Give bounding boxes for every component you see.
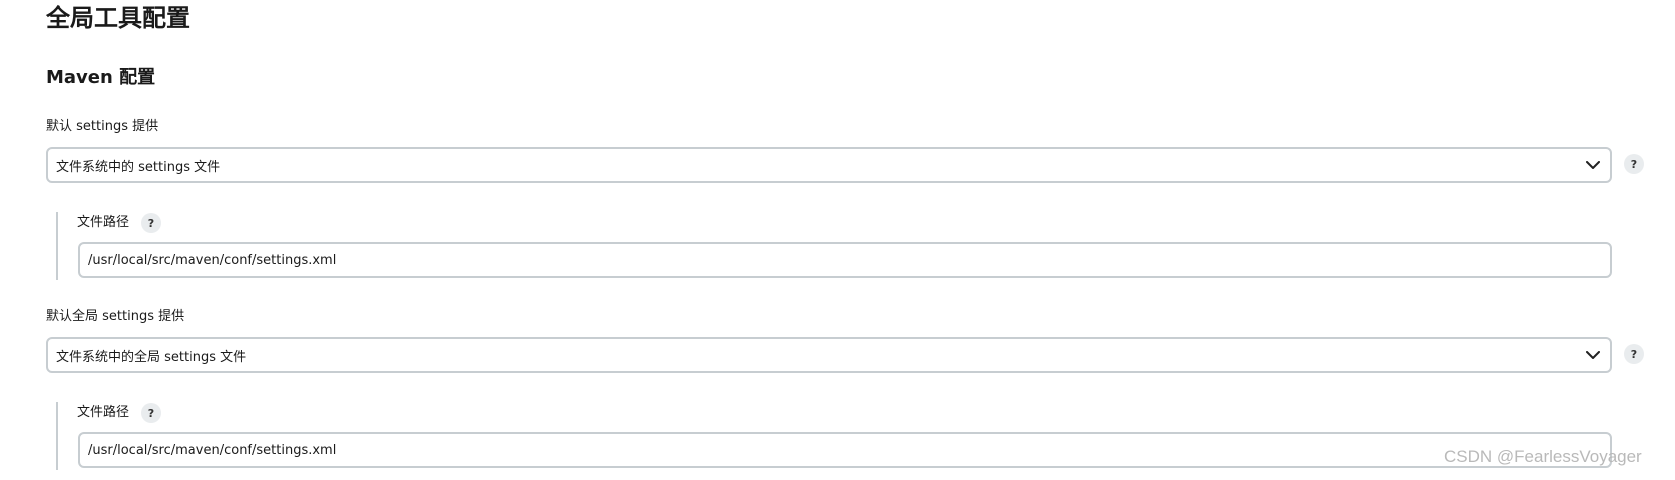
default-settings-label: 默认 settings 提供 [46, 119, 159, 134]
default-settings-selected-value: 文件系统中的 settings 文件 [56, 159, 221, 175]
default-settings-file-path-label: 文件路径 [77, 215, 130, 230]
default-settings-file-path-value: /usr/local/src/maven/conf/settings.xml [88, 252, 337, 268]
global-settings-file-path-input[interactable]: /usr/local/src/maven/conf/settings.xml [78, 432, 1612, 468]
default-settings-file-path-help-icon[interactable]: ? [141, 213, 161, 233]
default-settings-file-path-input[interactable]: /usr/local/src/maven/conf/settings.xml [78, 242, 1612, 278]
global-settings-label: 默认全局 settings 提供 [46, 309, 185, 324]
global-settings-selected-value: 文件系统中的全局 settings 文件 [56, 349, 247, 365]
global-settings-file-path-label: 文件路径 [77, 405, 130, 420]
global-settings-select[interactable]: 文件系统中的全局 settings 文件 [46, 337, 1612, 373]
global-settings-file-path-value: /usr/local/src/maven/conf/settings.xml [88, 442, 337, 458]
chevron-down-icon [1576, 149, 1610, 181]
watermark: CSDN @FearlessVoyager [1444, 447, 1642, 466]
global-settings-help-icon[interactable]: ? [1624, 344, 1644, 364]
maven-section-title: Maven 配置 [46, 67, 156, 88]
global-tool-config-page: 全局工具配置 Maven 配置 默认 settings 提供 文件系统中的 se… [0, 0, 1675, 480]
default-settings-select[interactable]: 文件系统中的 settings 文件 [46, 147, 1612, 183]
default-settings-help-icon[interactable]: ? [1624, 154, 1644, 174]
page-title: 全局工具配置 [46, 4, 190, 32]
chevron-down-icon [1576, 339, 1610, 371]
global-settings-file-path-help-icon[interactable]: ? [141, 403, 161, 423]
